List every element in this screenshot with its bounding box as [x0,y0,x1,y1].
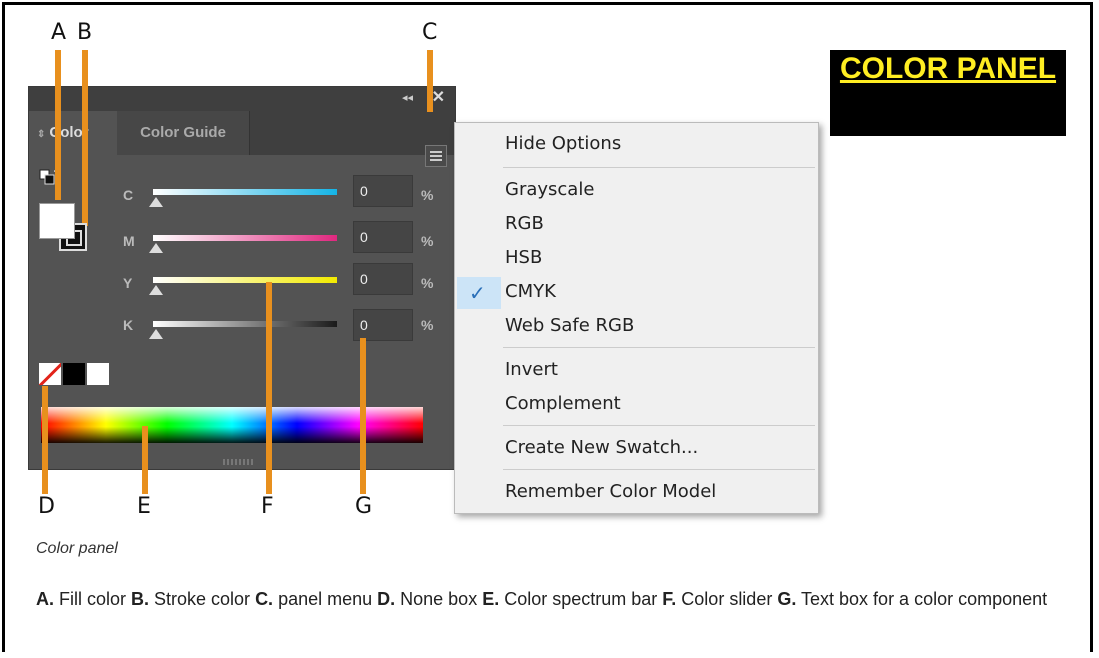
slider-c[interactable] [149,189,337,207]
legend-text: Stroke color [149,589,256,609]
none-icon[interactable] [39,363,61,385]
menu-item-invert[interactable]: Invert [505,359,558,380]
panel-title-bar: ◂◂ ✕ [29,87,455,111]
menu-item-create-new-swatch[interactable]: Create New Swatch... [505,437,698,458]
callout-e-label: E [137,494,151,519]
menu-item-grayscale[interactable]: Grayscale [505,179,594,200]
slider-thumb[interactable] [149,243,163,253]
fill-color-swatch[interactable] [39,203,75,239]
callout-f-label: F [261,494,274,519]
menu-separator [503,167,815,168]
callout-d-leader [42,386,48,494]
unit-label: % [421,275,434,291]
badge-title: COLOR PANEL [839,52,1057,85]
panel-options-menu: Hide Options Grayscale RGB HSB ✓ CMYK We… [454,122,819,514]
value-field-c[interactable]: 0 [353,175,413,207]
color-panel: ◂◂ ✕ ⇕ Color Color Guide C 0 % M 0 % Y 0 … [28,86,456,470]
callout-b-leader [82,50,88,226]
legend-key: F. [662,589,677,609]
menu-separator [503,425,815,426]
hamburger-menu-icon [430,151,442,153]
legend-text: Color spectrum bar [499,589,663,609]
figure-legend: A. Fill color B. Stroke color C. panel m… [36,584,1066,614]
tab-color-guide[interactable]: Color Guide [117,111,250,155]
resize-grip-icon[interactable] [223,459,253,465]
legend-text: Fill color [54,589,132,609]
panel-tab-bar: ⇕ Color Color Guide [29,111,455,167]
callout-a-leader [55,50,61,200]
menu-item-web-safe-rgb[interactable]: Web Safe RGB [505,315,634,336]
menu-item-hide-options[interactable]: Hide Options [505,133,621,154]
slider-thumb[interactable] [149,329,163,339]
slider-thumb[interactable] [149,285,163,295]
menu-separator [503,347,815,348]
callout-g-label: G [355,494,373,519]
menu-item-hsb[interactable]: HSB [505,247,542,268]
menu-item-rgb[interactable]: RGB [505,213,544,234]
callout-b-label: B [77,20,93,45]
checkmark-icon: ✓ [469,283,486,305]
callout-g-leader [360,338,366,494]
tab-label: Color Guide [140,124,226,141]
unit-label: % [421,233,434,249]
menu-item-complement[interactable]: Complement [505,393,621,414]
legend-text: Text box for a color component [796,589,1048,609]
menu-item-cmyk[interactable]: CMYK [505,281,556,302]
black-swatch[interactable] [63,363,85,385]
slider-k[interactable] [149,321,337,339]
legend-key: C. [255,589,274,609]
legend-key: A. [36,589,54,609]
callout-a-label: A [51,20,67,45]
unit-label: % [421,317,434,333]
panel-menu-button[interactable] [425,145,447,167]
callout-f-leader [266,282,272,494]
tab-arrow-icon: ⇕ [37,129,46,140]
close-icon[interactable]: ✕ [432,87,445,107]
title-badge: COLOR PANEL [830,50,1066,136]
callout-c-leader [427,50,433,112]
legend-key: D. [377,589,396,609]
slider-label-m: M [123,233,135,249]
tab-color[interactable]: ⇕ Color [29,111,117,155]
callout-d-label: D [38,494,55,519]
legend-key: E. [482,589,500,609]
slider-y[interactable] [149,277,337,295]
checkmark-highlight: ✓ [457,277,501,309]
unit-label: % [421,187,434,203]
legend-text: Color slider [676,589,778,609]
slider-label-c: C [123,187,134,203]
menu-separator [503,469,815,470]
legend-key: B. [131,589,150,609]
slider-label-k: K [123,317,134,333]
value-field-m[interactable]: 0 [353,221,413,253]
slider-label-y: Y [123,275,133,291]
callout-e-leader [142,426,148,494]
white-swatch[interactable] [87,363,109,385]
collapse-icon[interactable]: ◂◂ [402,91,413,104]
figure-caption: Color panel [36,540,118,557]
value-field-k[interactable]: 0 [353,309,413,341]
legend-text: None box [395,589,483,609]
value-field-y[interactable]: 0 [353,263,413,295]
callout-c-label: C [422,20,438,45]
slider-thumb[interactable] [149,197,163,207]
slider-m[interactable] [149,235,337,253]
legend-text: panel menu [273,589,378,609]
menu-item-remember-color-model[interactable]: Remember Color Model [505,481,716,502]
legend-key: G. [777,589,797,609]
